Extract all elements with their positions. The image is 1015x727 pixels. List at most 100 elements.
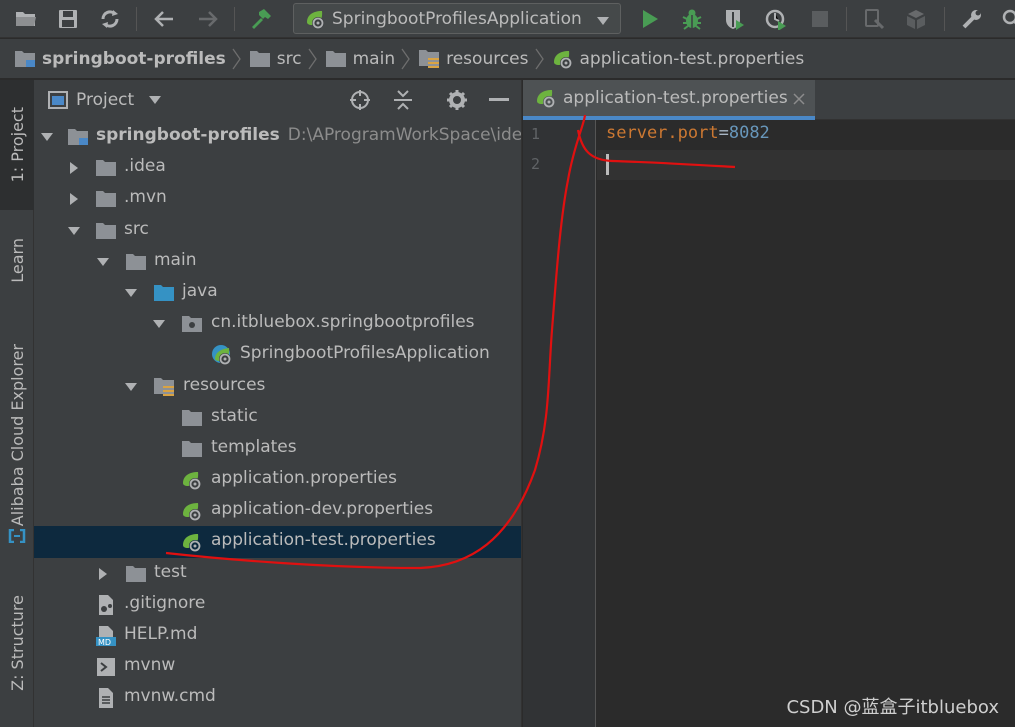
tree-item-java[interactable]: java (34, 277, 521, 308)
svg-text:MD: MD (98, 638, 111, 647)
breadcrumb-item-main[interactable]: main (325, 48, 418, 70)
package-icon (181, 313, 203, 335)
chevron-down-icon[interactable] (148, 94, 162, 106)
alibaba-cloud-icon (0, 525, 34, 547)
code-editor[interactable]: server.port=8082 (597, 120, 1015, 727)
folder-icon (249, 50, 271, 68)
search-icon[interactable] (1000, 7, 1015, 31)
tree-item-src[interactable]: src (34, 215, 521, 246)
expanded-arrow-icon (153, 320, 165, 329)
tree-item-help-md[interactable]: MD HELP.md (34, 620, 521, 651)
editor-tab-bar: application-test.properties (523, 80, 1015, 120)
module-folder-icon (67, 126, 89, 148)
code-line-current (597, 150, 1015, 180)
property-equals: = (718, 123, 729, 143)
tree-item-main[interactable]: main (34, 246, 521, 277)
close-icon[interactable] (791, 91, 807, 107)
tree-item-test[interactable]: test (34, 558, 521, 589)
save-icon[interactable] (56, 7, 80, 31)
project-view-icon (48, 91, 68, 109)
tab-structure[interactable]: Z: Structure (0, 578, 34, 708)
gear-icon[interactable] (445, 88, 469, 112)
open-folder-icon[interactable] (14, 7, 38, 31)
tree-item-mvnw-cmd[interactable]: mvnw.cmd (34, 682, 521, 713)
hide-panel-icon[interactable] (487, 88, 511, 112)
folder-icon (181, 407, 203, 429)
chevron-right-icon (401, 48, 410, 70)
text-caret (606, 154, 609, 175)
build-hammer-icon[interactable] (249, 7, 273, 31)
breadcrumb-item-src[interactable]: src (249, 48, 325, 70)
spring-boot-icon (304, 8, 326, 30)
property-key: server.port (606, 123, 719, 143)
spring-properties-icon (181, 500, 203, 522)
folder-icon (95, 188, 117, 210)
chevron-down-icon (596, 12, 610, 31)
line-number: 1 (531, 125, 541, 143)
tool-window-stripe: 1: Project Learn Alibaba Cloud Explorer … (0, 80, 34, 727)
run-configuration-selector[interactable]: SpringbootProfilesApplication (293, 3, 621, 34)
line-number-gutter: 1 2 (523, 120, 596, 727)
spring-properties-icon (535, 87, 557, 109)
tree-item-gitignore[interactable]: .gitignore (34, 589, 521, 620)
project-panel-header: Project (34, 80, 521, 120)
breadcrumb-item-file[interactable]: application-test.properties (552, 48, 804, 70)
attach-debugger-icon[interactable] (862, 7, 886, 31)
run-configuration-label: SpringbootProfilesApplication (332, 8, 582, 29)
tree-item-project-root[interactable]: springboot-profiles D:\AProgramWorkSpace\… (34, 121, 521, 152)
run-icon[interactable] (638, 7, 662, 31)
text-file-icon (95, 687, 117, 709)
expanded-arrow-icon (125, 288, 137, 297)
settings-wrench-icon[interactable] (960, 7, 984, 31)
expanded-arrow-icon (68, 226, 80, 235)
folder-icon (125, 563, 147, 585)
tree-item-static[interactable]: static (34, 402, 521, 433)
debug-bug-icon[interactable] (680, 7, 704, 31)
folder-icon (181, 438, 203, 460)
stop-icon[interactable] (808, 7, 832, 31)
profile-icon[interactable] (764, 7, 788, 31)
breadcrumb-item-project[interactable]: springboot-profiles (14, 48, 249, 70)
tree-item-application-properties[interactable]: application.properties (34, 464, 521, 495)
resources-folder-icon (418, 49, 440, 69)
module-folder-icon (14, 50, 36, 68)
tree-item-application-test-properties[interactable]: application-test.properties (34, 526, 521, 558)
tab-project[interactable]: 1: Project (0, 80, 34, 210)
collapse-all-icon[interactable] (391, 88, 415, 112)
folder-icon (95, 220, 117, 242)
expanded-arrow-icon (97, 257, 109, 266)
breadcrumb: springboot-profiles src main resources a… (0, 39, 1015, 79)
tree-item-mvn[interactable]: .mvn (34, 183, 521, 214)
forward-arrow-icon[interactable] (196, 7, 220, 31)
tree-item-templates[interactable]: templates (34, 433, 521, 464)
project-tool-window: Project springboot-profiles D:\AProgramWo… (34, 80, 522, 727)
breadcrumb-item-resources[interactable]: resources (418, 48, 551, 70)
project-tree: springboot-profiles D:\AProgramWorkSpace\… (34, 121, 521, 714)
project-view-selector[interactable]: Project (76, 90, 134, 110)
locate-target-icon[interactable] (348, 88, 372, 112)
tree-item-package[interactable]: cn.itbluebox.springbootprofiles (34, 308, 521, 339)
source-folder-icon (153, 282, 175, 304)
collapsed-arrow-icon (99, 567, 107, 580)
shell-script-icon (95, 656, 117, 678)
folder-icon (325, 50, 347, 68)
project-structure-icon[interactable] (904, 7, 928, 31)
sync-icon[interactable] (98, 7, 122, 31)
collapsed-arrow-icon (70, 162, 78, 175)
expanded-arrow-icon (41, 133, 53, 141)
tree-item-idea[interactable]: .idea (34, 152, 521, 183)
tree-item-application-class[interactable]: SpringbootProfilesApplication (34, 339, 521, 370)
back-arrow-icon[interactable] (152, 7, 176, 31)
spring-boot-class-icon (211, 344, 233, 366)
tab-alibaba-cloud-explorer[interactable]: Alibaba Cloud Explorer (0, 320, 34, 550)
tab-learn[interactable]: Learn (0, 218, 34, 302)
tree-item-resources[interactable]: resources (34, 371, 521, 402)
chevron-right-icon (534, 48, 544, 70)
tab-application-test-properties[interactable]: application-test.properties (523, 80, 815, 120)
folder-icon (125, 251, 147, 273)
tree-item-mvnw[interactable]: mvnw (34, 651, 521, 682)
tree-item-application-dev-properties[interactable]: application-dev.properties (34, 495, 521, 526)
main-toolbar: SpringbootProfilesApplication (0, 0, 1015, 38)
editor-area: application-test.properties 1 2 server.p… (523, 80, 1015, 727)
run-with-coverage-icon[interactable] (722, 7, 746, 31)
